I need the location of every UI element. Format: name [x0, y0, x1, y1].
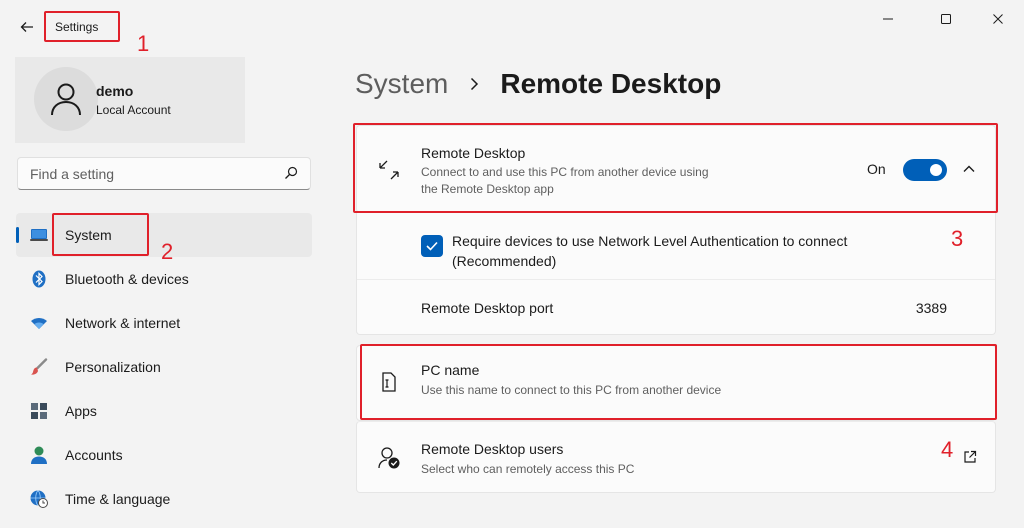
nla-label: Require devices to use Network Level Aut… — [452, 231, 922, 271]
rd-users-title: Remote Desktop users — [421, 441, 564, 457]
port-value: 3389 — [915, 300, 947, 316]
sidebar-item-label: Network & internet — [65, 315, 181, 331]
page-title: Remote Desktop — [500, 68, 722, 99]
nla-checkbox[interactable] — [421, 235, 443, 257]
annotation-number-2: 2 — [161, 239, 174, 264]
maximize-button[interactable] — [931, 8, 961, 30]
checkmark-icon — [426, 241, 438, 251]
sidebar-item-label: Time & language — [65, 491, 171, 507]
annotation-box-2 — [52, 213, 149, 256]
search-icon[interactable] — [284, 166, 298, 185]
close-icon — [993, 14, 1003, 24]
remote-desktop-settings-panel: Require devices to use Network Level Aut… — [356, 213, 996, 335]
search-input[interactable] — [30, 165, 270, 182]
sidebar-item-accounts[interactable]: Accounts — [16, 433, 312, 477]
minimize-icon — [883, 18, 893, 20]
port-label: Remote Desktop port — [421, 300, 554, 316]
person-icon — [51, 83, 81, 116]
annotation-box-1 — [44, 11, 120, 42]
account-name: demo — [96, 83, 134, 99]
laptop-icon — [30, 226, 48, 244]
user-check-icon — [377, 446, 401, 470]
annotation-number-1: 1 — [137, 31, 150, 56]
annotation-number-3: 3 — [951, 226, 964, 251]
annotation-number-4: 4 — [941, 437, 954, 462]
account-type: Local Account — [96, 103, 171, 117]
divider — [357, 279, 995, 280]
nla-label-line2: (Recommended) — [452, 253, 557, 269]
external-link-icon[interactable] — [961, 448, 979, 466]
nla-label-line1: Require devices to use Network Level Aut… — [452, 233, 848, 249]
apps-icon — [30, 402, 48, 420]
globe-clock-icon — [30, 490, 48, 508]
sidebar-item-label: Apps — [65, 403, 97, 419]
minimize-button[interactable] — [873, 8, 903, 30]
breadcrumb-parent[interactable]: System — [355, 68, 448, 100]
remote-desktop-users-card[interactable]: Remote Desktop users Select who can remo… — [356, 421, 996, 493]
sidebar-item-apps[interactable]: Apps — [16, 389, 312, 433]
annotation-box-3 — [353, 123, 998, 213]
chevron-right-icon — [464, 74, 484, 94]
close-button[interactable] — [983, 8, 1013, 30]
person-icon — [30, 446, 48, 464]
search-box — [17, 157, 311, 190]
back-button[interactable] — [14, 14, 40, 40]
maximize-icon — [941, 14, 951, 24]
sidebar-item-label: Personalization — [65, 359, 161, 375]
wifi-icon — [30, 314, 48, 332]
breadcrumb: System Remote Desktop — [355, 64, 721, 104]
bluetooth-icon — [30, 270, 48, 288]
sidebar-item-label: Bluetooth & devices — [65, 271, 189, 287]
account-card[interactable]: demo Local Account — [15, 57, 245, 143]
rd-users-desc: Select who can remotely access this PC — [421, 462, 635, 476]
brush-icon — [30, 358, 48, 376]
settings-window: Settings demo Local Account System — [0, 0, 1024, 528]
arrow-left-icon — [20, 22, 33, 32]
sidebar-item-time-language[interactable]: Time & language — [16, 477, 312, 521]
annotation-box-4 — [360, 344, 997, 420]
avatar — [34, 67, 98, 131]
sidebar-item-network[interactable]: Network & internet — [16, 301, 312, 345]
sidebar-item-personalization[interactable]: Personalization — [16, 345, 312, 389]
sidebar-item-label: Accounts — [65, 447, 123, 463]
